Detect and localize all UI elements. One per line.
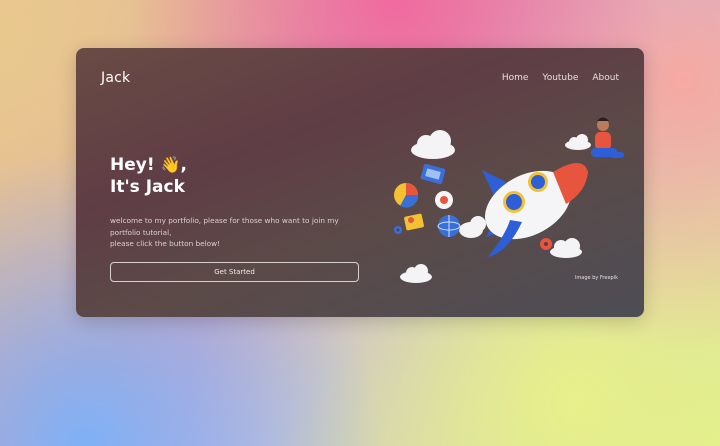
hero-heading: Hey! 👋, It's Jack [110,154,187,198]
nav-youtube-link[interactable]: Youtube [542,73,578,83]
nav-about-link[interactable]: About [592,73,619,83]
top-nav: Home Youtube About [502,73,619,83]
cloud-icon [550,238,582,258]
cloud-icon [565,134,591,150]
image-credit: Image by Freepik [574,275,618,281]
wave-emoji-icon: 👋 [160,155,181,174]
person-icon [591,117,624,158]
cloud-icon [411,130,455,159]
greeting-text: Hey! [110,155,155,175]
photo-icon [404,213,424,231]
description-line-1: welcome to my portfolio, please for thos… [110,216,339,225]
greeting-suffix: , [180,155,187,175]
hero-card: Jack Home Youtube About Hey! 👋, It's Jac… [76,48,644,317]
get-started-button[interactable]: Get Started [110,262,359,282]
hero-description: welcome to my portfolio, please for thos… [110,215,360,250]
pie-chart-icon [394,183,419,208]
gear-icon [394,226,402,234]
site-logo[interactable]: Jack [101,70,130,86]
photo-icon [420,163,446,185]
cloud-icon [459,216,486,238]
location-pin-icon [435,191,453,209]
description-line-3: please click the button below! [110,239,221,248]
nav-home-link[interactable]: Home [502,73,529,83]
description-line-2: portfolio tutorial, [110,227,172,237]
rocket-illustration [394,117,624,283]
name-line: It's Jack [110,177,185,197]
cloud-icon [400,264,432,283]
gear-icon [540,238,552,250]
globe-icon [437,215,461,237]
